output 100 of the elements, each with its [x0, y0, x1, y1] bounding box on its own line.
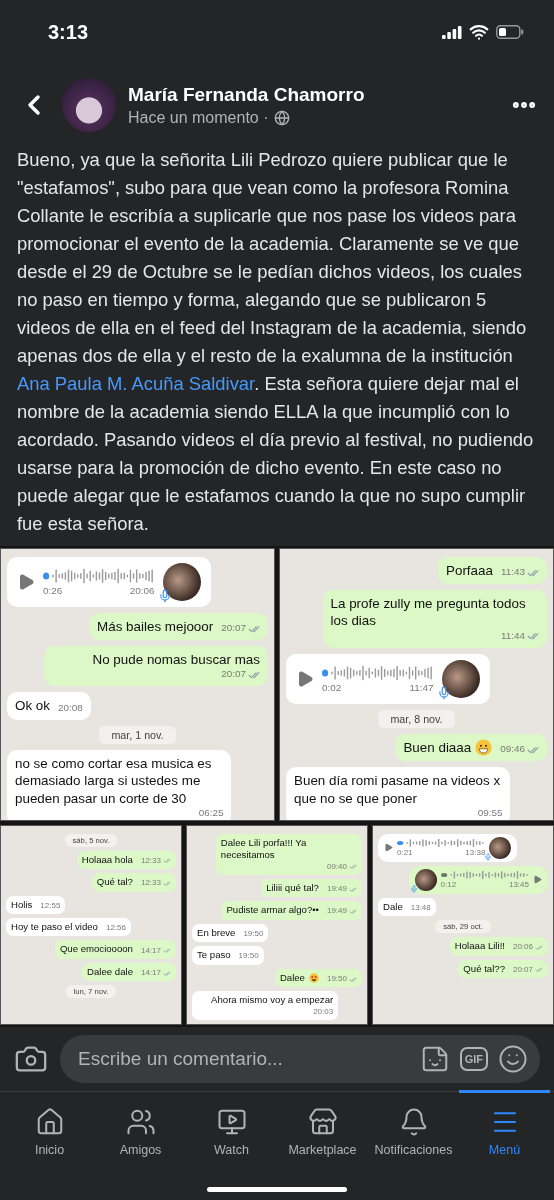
waveform-icon: [397, 838, 486, 849]
message-time: 14:17: [140, 945, 161, 956]
message-text: Holis: [11, 898, 33, 911]
message-time: 13:38: [465, 848, 486, 858]
emoji-icon[interactable]: [498, 1044, 528, 1074]
message-text: Qué tal?: [96, 876, 133, 889]
message-time: 11:47: [409, 682, 434, 694]
message-time: 09:55: [477, 807, 503, 820]
microphone-icon: [436, 685, 451, 700]
voice-duration: 0:02: [322, 682, 342, 694]
message-text: Más bailes mejooor: [97, 617, 214, 635]
double-check-icon: [527, 632, 539, 641]
people-icon: [125, 1107, 156, 1137]
message-text: Dale: [383, 900, 403, 914]
post-timestamp: Hace un momento ·: [128, 108, 269, 127]
message-text: Pudiste armar algo?••: [226, 904, 319, 917]
microphone-icon: [157, 588, 172, 603]
status-time: 3:13: [48, 20, 89, 44]
chat-screenshot[interactable]: 0:26 20:06 Más bailes mejooor 20:07 No pude nomas buscar mas 20:07 Ok ok 20:08 mar, 1 nov. no se como cortar esa musica es demasiado larga si ustedes me pueden pasar un corte de 30 06:25: [0, 547, 275, 821]
message-time: 20:07: [221, 622, 246, 635]
nav-tab[interactable]: Notificaciones: [368, 1090, 459, 1157]
avatar-photo-placeholder[interactable]: [62, 78, 116, 132]
message-text: Que emocioooon: [59, 943, 133, 956]
message-time: 20:07: [221, 668, 246, 682]
message-time: 12:55: [40, 900, 61, 911]
message-time: 19:49: [326, 906, 347, 917]
message-text: Hoy te paso el video: [11, 920, 98, 934]
message-time: 19:50: [326, 973, 347, 985]
nav-tab[interactable]: Inicio: [4, 1090, 95, 1157]
globe-icon: [273, 109, 290, 126]
message-time: 09:46: [500, 743, 525, 757]
signal-icon: [442, 25, 462, 39]
chat-screenshot[interactable]: Porfaaa 11:43 La profe zully me pregunta todos los dias 11:44 0:02 11:47 mar, 8 nov. Buen diaaa 09:46 Buen día romi pasame na videos x que no se que poner 09:55: [279, 547, 554, 821]
nav-tab[interactable]: Menú: [459, 1090, 550, 1157]
gif-button[interactable]: GIF: [459, 1047, 488, 1071]
message-text: Te paso: [197, 949, 231, 962]
comment-input-field[interactable]: Escribe un comentario... GIF: [60, 1035, 540, 1083]
message-text: En breve: [197, 926, 236, 940]
message-time: 20:06: [512, 942, 533, 953]
message-text: La profe zully me pregunta todos los dias: [330, 595, 527, 630]
waveform-icon: [440, 870, 529, 881]
message-time: 20:08: [58, 701, 83, 715]
play-icon: [533, 875, 542, 885]
message-time: 12:33: [140, 855, 161, 867]
author-name[interactable]: María Fernanda Chamorro: [128, 83, 498, 106]
post-text: Bueno, ya que la señorita Lili Pedrozo quiere publicar que le "estafamos", subo para que vean como la profesora Romina Collante le escribía a suplicarle que nos pase los videos para promocionar el evento de la academia. Claramente se ve que desde el 29 de Octubre se le pedían dichos videos, los cuales no paso en tiempo y forma, alegando que se publicaron 5 videos de ella en el feed del Instagram de la academia, siendo apenas dos de ella y el resto de la exalumna de la institución Ana Paula M. Acuña Saldivar. Esta señora quiere dejar mal el nombre de la academia siendo ELLA la que incumplió con lo acordado. Pasando videos el día previo al festival, no pudiendo usarse para la promoción de dicho evento. En este caso no puede alegar que le estafamos cuando la que no supo cumplir fue esta señora.: [16, 148, 535, 536]
message-time: 12:33: [140, 878, 161, 889]
message-time: 12:56: [105, 923, 126, 934]
chat-date-label: mar, 8 nov.: [378, 709, 455, 728]
message-time: 14:17: [140, 968, 161, 979]
message-text: Dalee Lili porfa!!! Ya necesitamos: [220, 836, 308, 862]
nav-tab[interactable]: Watch: [186, 1090, 277, 1157]
microphone-icon: [484, 852, 493, 861]
message-text: Qué tal??: [463, 962, 505, 975]
message-text: Dalee dale: [87, 965, 133, 979]
microphone-icon: [409, 884, 418, 893]
message-text: Buen día romi pasame na videos x que no se que poner: [294, 772, 502, 807]
message-time: 20:07: [512, 964, 533, 975]
message-text: Dalee: [279, 971, 305, 985]
double-check-icon: [535, 944, 543, 950]
double-check-icon: [248, 670, 260, 679]
double-check-icon: [527, 745, 539, 754]
nav-tab[interactable]: Amigos: [95, 1090, 186, 1157]
message-time: 19:49: [326, 883, 347, 895]
waveform-icon: [322, 664, 434, 683]
store-icon: [307, 1107, 338, 1137]
message-text: No pude nomas buscar mas: [92, 651, 260, 669]
message-time: 20:06: [129, 585, 155, 597]
profile-link[interactable]: Ana Paula M. Acuña Saldivar: [17, 372, 255, 394]
message-time: 11:44: [500, 629, 525, 643]
message-text: Ok ok: [15, 697, 50, 715]
double-check-icon: [163, 880, 171, 886]
double-check-icon: [527, 568, 539, 577]
double-check-icon: [163, 858, 171, 864]
double-check-icon: [349, 886, 357, 892]
message-text: no se como cortar esa musica es demasiado larga si ustedes me pueden pasar un corte de 30: [15, 754, 213, 807]
message-text: Holaaa Lili!!: [454, 940, 505, 953]
play-icon: [17, 572, 35, 591]
message-text: Buen diaaa: [403, 738, 472, 757]
voice-duration: 0:21: [397, 848, 413, 858]
chat-screenshot[interactable]: Dalee Lili porfa!!! Ya necesitamos 09:40 Liliii qué tal? 19:49 Pudiste armar algo?•• 19:49 En breve 19:50 Te paso 19:50 Dalee 19:50 Ahora mismo voy a empezar 20:03: [186, 824, 368, 1025]
message-time: 20:03: [313, 1006, 334, 1018]
voice-duration: 0:12: [440, 880, 457, 890]
waveform-icon: [43, 567, 155, 586]
message-text: Liliii qué tal?: [266, 881, 319, 895]
video-screen-icon: [216, 1107, 247, 1137]
nav-tab[interactable]: Marketplace: [277, 1090, 368, 1157]
play-icon: [296, 669, 314, 688]
wifi-icon: [469, 22, 489, 42]
double-check-icon: [349, 864, 357, 870]
chat-date-label: mar, 1 nov.: [99, 725, 176, 744]
message-text: Porfaaa: [446, 561, 493, 579]
message-time: 11:43: [500, 566, 525, 579]
message-time: 13:48: [410, 902, 431, 914]
double-check-icon: [163, 970, 171, 976]
double-check-icon: [248, 624, 260, 633]
voice-duration: 0:26: [43, 585, 63, 597]
message-text: Holaaa hola: [81, 853, 133, 867]
battery-icon: [496, 25, 524, 39]
message-time: 13:45: [508, 880, 529, 890]
